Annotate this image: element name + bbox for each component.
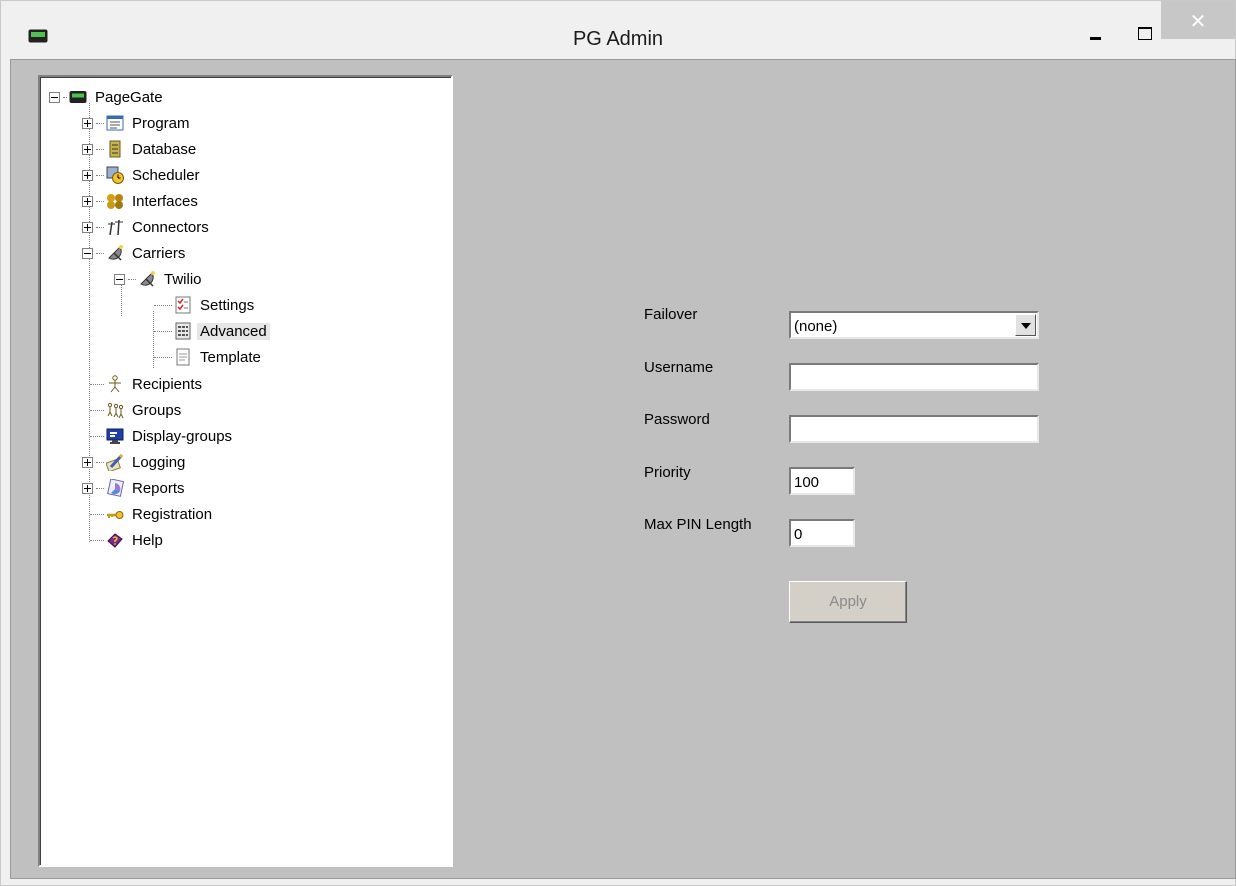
satellite-dish-icon [140, 271, 155, 287]
close-icon: ✕ [1189, 9, 1207, 33]
template-document-icon [176, 348, 190, 366]
tree-item-template[interactable]: Template [154, 345, 264, 369]
tree-item-program[interactable]: Program [82, 111, 193, 135]
tree-item-interfaces[interactable]: Interfaces [82, 189, 201, 213]
navigation-tree[interactable]: PageGate Program Database Scheduler Inte… [38, 75, 453, 867]
interfaces-icon [107, 194, 123, 209]
expand-icon[interactable] [82, 221, 93, 233]
selected-label: Advanced [197, 322, 270, 340]
dropdown-arrow-icon[interactable] [1015, 314, 1036, 336]
recipient-person-icon [109, 375, 121, 393]
tree-item-carriers[interactable]: Carriers [82, 241, 188, 265]
main-window: PG Admin ✕ PageGate Program Database Sch… [0, 0, 1236, 886]
expand-icon[interactable] [82, 143, 93, 155]
logging-pencil-icon [106, 453, 124, 471]
satellite-dish-icon [108, 245, 123, 261]
tree-item-scheduler[interactable]: Scheduler [82, 163, 203, 187]
expand-icon[interactable] [82, 117, 93, 129]
tree-item-pagegate[interactable]: PageGate [49, 85, 166, 109]
scheduler-clock-icon [106, 166, 124, 184]
key-icon [107, 511, 124, 519]
username-input[interactable] [789, 363, 1039, 391]
advanced-grid-icon [175, 322, 191, 340]
tree-item-recipients[interactable]: Recipients [90, 372, 205, 396]
failover-select[interactable]: (none) [789, 311, 1039, 339]
priority-input[interactable]: 100 [789, 467, 855, 495]
password-label: Password [644, 411, 710, 428]
tree-item-logging[interactable]: Logging [82, 450, 188, 474]
reports-chart-icon [107, 479, 124, 497]
tree-item-help[interactable]: Help [90, 528, 166, 552]
monitor-icon [106, 428, 124, 444]
max-pin-length-input[interactable]: 0 [789, 519, 855, 547]
window-title: PG Admin [572, 28, 664, 50]
program-icon [106, 115, 124, 131]
expand-icon[interactable] [82, 456, 93, 468]
collapse-icon[interactable] [82, 247, 93, 259]
expand-icon[interactable] [82, 482, 93, 494]
failover-selected-value: (none) [794, 318, 838, 335]
tree-item-twilio[interactable]: Twilio [114, 267, 205, 291]
tree-item-reports[interactable]: Reports [82, 476, 188, 500]
expand-icon[interactable] [82, 169, 93, 181]
settings-checklist-icon [175, 296, 191, 314]
pager-icon [69, 91, 87, 103]
tree-item-registration[interactable]: Registration [90, 502, 215, 526]
tree-item-groups[interactable]: Groups [90, 398, 184, 422]
client-area: PageGate Program Database Scheduler Inte… [10, 59, 1236, 879]
tree-item-display-groups[interactable]: Display-groups [90, 424, 235, 448]
collapse-icon[interactable] [49, 91, 60, 103]
collapse-icon[interactable] [114, 273, 125, 285]
expand-icon[interactable] [82, 195, 93, 207]
connectors-antenna-icon [108, 219, 123, 236]
failover-label: Failover [644, 306, 698, 323]
database-icon [109, 140, 121, 158]
tree-item-connectors[interactable]: Connectors [82, 215, 212, 239]
tree-item-database[interactable]: Database [82, 137, 199, 161]
password-input[interactable] [789, 415, 1039, 443]
minimize-button[interactable] [1081, 11, 1109, 40]
help-book-icon [107, 533, 123, 548]
maximize-button[interactable] [1128, 11, 1156, 40]
tree-item-settings[interactable]: Settings [154, 293, 257, 317]
priority-label: Priority [644, 464, 691, 481]
apply-button[interactable]: Apply [789, 581, 907, 623]
close-button[interactable]: ✕ [1161, 1, 1235, 39]
title-bar[interactable]: PG Admin ✕ [1, 1, 1235, 59]
groups-people-icon [107, 402, 124, 419]
max-pin-length-label: Max PIN Length [644, 516, 752, 533]
username-label: Username [644, 359, 714, 376]
tree-item-advanced[interactable]: Advanced [154, 319, 270, 343]
